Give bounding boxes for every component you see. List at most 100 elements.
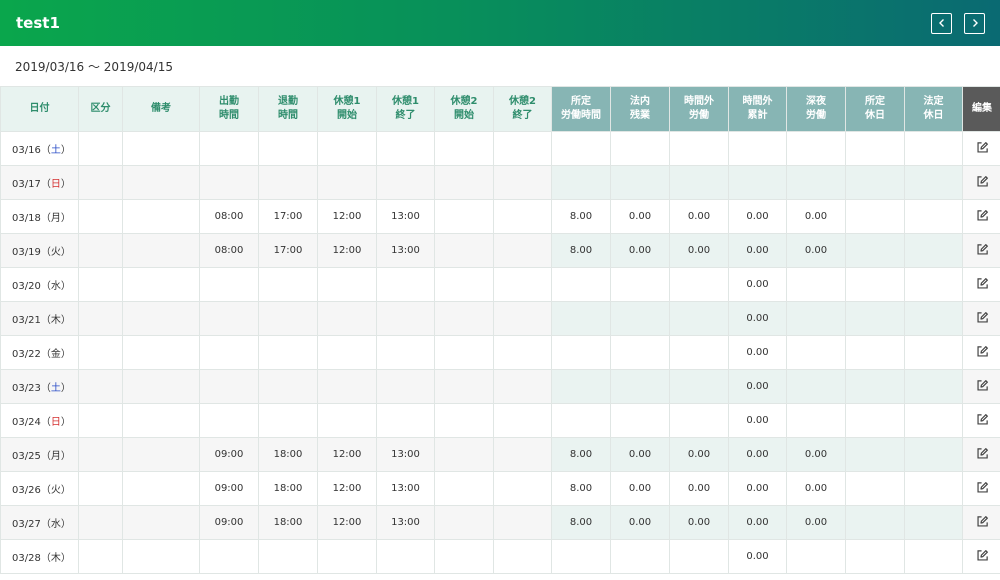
col-header-line2: 開始	[454, 110, 474, 121]
scheduled-hours-cell	[551, 165, 611, 200]
night-work-cell: 0.00	[786, 199, 846, 234]
prev-period-button[interactable]	[931, 12, 952, 34]
edit-icon[interactable]	[976, 311, 989, 324]
paren-close: ）	[60, 553, 71, 564]
break2-start-cell	[434, 233, 494, 268]
date-cell: 03/23（土）	[0, 369, 79, 404]
col-header-line2: 休日	[923, 110, 944, 121]
edit-icon[interactable]	[976, 481, 989, 494]
break1-end-cell	[376, 301, 435, 336]
paren-close: ）	[60, 519, 71, 530]
night-work-cell	[786, 335, 846, 370]
break2-start-cell	[434, 301, 494, 336]
biko-cell	[122, 471, 200, 506]
paren-open: （	[40, 383, 51, 394]
in-time-cell	[199, 369, 259, 404]
edit-icon[interactable]	[976, 549, 989, 562]
break2-start-cell	[434, 199, 494, 234]
overtime-cumulative-cell: 0.00	[728, 233, 787, 268]
night-work-cell	[786, 539, 846, 574]
legal-overtime-cell: 0.00	[610, 471, 670, 506]
break2-end-cell	[493, 199, 552, 234]
col-header-line1: 時間外	[684, 96, 714, 107]
paren-close: ）	[60, 247, 71, 258]
overtime-cumulative-cell: 0.00	[728, 505, 787, 540]
col-header-line2: 残業	[630, 110, 650, 121]
scheduled-holiday-cell	[845, 437, 905, 472]
break2-end-cell	[493, 165, 552, 200]
col-header-overtime-cumulative: 時間外 累計	[728, 86, 787, 132]
legal-holiday-cell	[904, 267, 963, 302]
edit-icon[interactable]	[976, 243, 989, 256]
col-header-line2: 累計	[747, 110, 768, 121]
kubun-cell	[78, 437, 123, 472]
date-text: 03/16	[12, 145, 41, 156]
out-time-cell: 18:00	[258, 505, 318, 540]
night-work-cell	[786, 369, 846, 404]
edit-icon[interactable]	[976, 413, 989, 426]
paren-close: ）	[60, 485, 71, 496]
break1-end-cell: 13:00	[376, 471, 435, 506]
edit-icon[interactable]	[976, 209, 989, 222]
legal-holiday-cell	[904, 505, 963, 540]
weekday-text: 火	[50, 247, 61, 258]
edit-icon[interactable]	[976, 379, 989, 392]
overtime-cumulative-cell: 0.00	[728, 369, 787, 404]
scheduled-hours-cell	[551, 267, 611, 302]
out-time-cell	[258, 403, 318, 438]
legal-holiday-cell	[904, 335, 963, 370]
break1-end-cell: 13:00	[376, 199, 435, 234]
col-header-line2: 終了	[512, 110, 533, 121]
paren-open: （	[40, 145, 51, 156]
table-row: 03/26（火） 09:00 18:00 12:00 13:00 8.00 0.00 0.00…	[0, 471, 1000, 506]
scheduled-holiday-cell	[845, 539, 905, 574]
scheduled-holiday-cell	[845, 505, 905, 540]
edit-icon[interactable]	[976, 447, 989, 460]
night-work-cell: 0.00	[786, 471, 846, 506]
next-period-button[interactable]	[964, 12, 985, 34]
paren-close: ）	[60, 451, 71, 462]
edit-icon[interactable]	[976, 277, 989, 290]
edit-icon[interactable]	[976, 345, 989, 358]
out-time-cell	[258, 131, 318, 166]
kubun-cell	[78, 505, 123, 540]
break1-start-cell: 12:00	[317, 505, 377, 540]
break1-start-cell: 12:00	[317, 437, 377, 472]
biko-cell	[122, 131, 200, 166]
date-cell: 03/16（土）	[0, 131, 79, 166]
legal-overtime-cell: 0.00	[610, 437, 670, 472]
kubun-cell	[78, 165, 123, 200]
legal-overtime-cell	[610, 335, 670, 370]
edit-icon[interactable]	[976, 141, 989, 154]
edit-icon[interactable]	[976, 175, 989, 188]
weekday-text: 土	[50, 145, 61, 156]
weekday-text: 水	[50, 281, 61, 292]
col-header-line2: 終了	[395, 110, 416, 121]
overtime-cell	[669, 301, 729, 336]
in-time-cell	[199, 267, 259, 302]
break2-start-cell	[434, 437, 494, 472]
date-text: 03/28	[12, 553, 41, 564]
legal-holiday-cell	[904, 165, 963, 200]
break2-start-cell	[434, 165, 494, 200]
table-row: 03/22（金） 0.00	[0, 335, 1000, 370]
overtime-cumulative-cell: 0.00	[728, 267, 787, 302]
in-time-cell: 09:00	[199, 437, 259, 472]
table-row: 03/25（月） 09:00 18:00 12:00 13:00 8.00 0.00 0.00…	[0, 437, 1000, 472]
overtime-cumulative-cell: 0.00	[728, 199, 787, 234]
col-header-line2: 時間	[219, 110, 239, 121]
legal-overtime-cell	[610, 369, 670, 404]
break2-end-cell	[493, 301, 552, 336]
legal-holiday-cell	[904, 369, 963, 404]
break2-end-cell	[493, 233, 552, 268]
edit-icon[interactable]	[976, 515, 989, 528]
paren-open: （	[40, 485, 51, 496]
col-header-line1: 所定	[865, 96, 885, 107]
overtime-cumulative-cell: 0.00	[728, 471, 787, 506]
paren-open: （	[40, 315, 51, 326]
overtime-cumulative-cell: 0.00	[728, 437, 787, 472]
scheduled-holiday-cell	[845, 199, 905, 234]
overtime-cell	[669, 165, 729, 200]
overtime-cumulative-cell: 0.00	[728, 539, 787, 574]
scheduled-hours-cell	[551, 335, 611, 370]
